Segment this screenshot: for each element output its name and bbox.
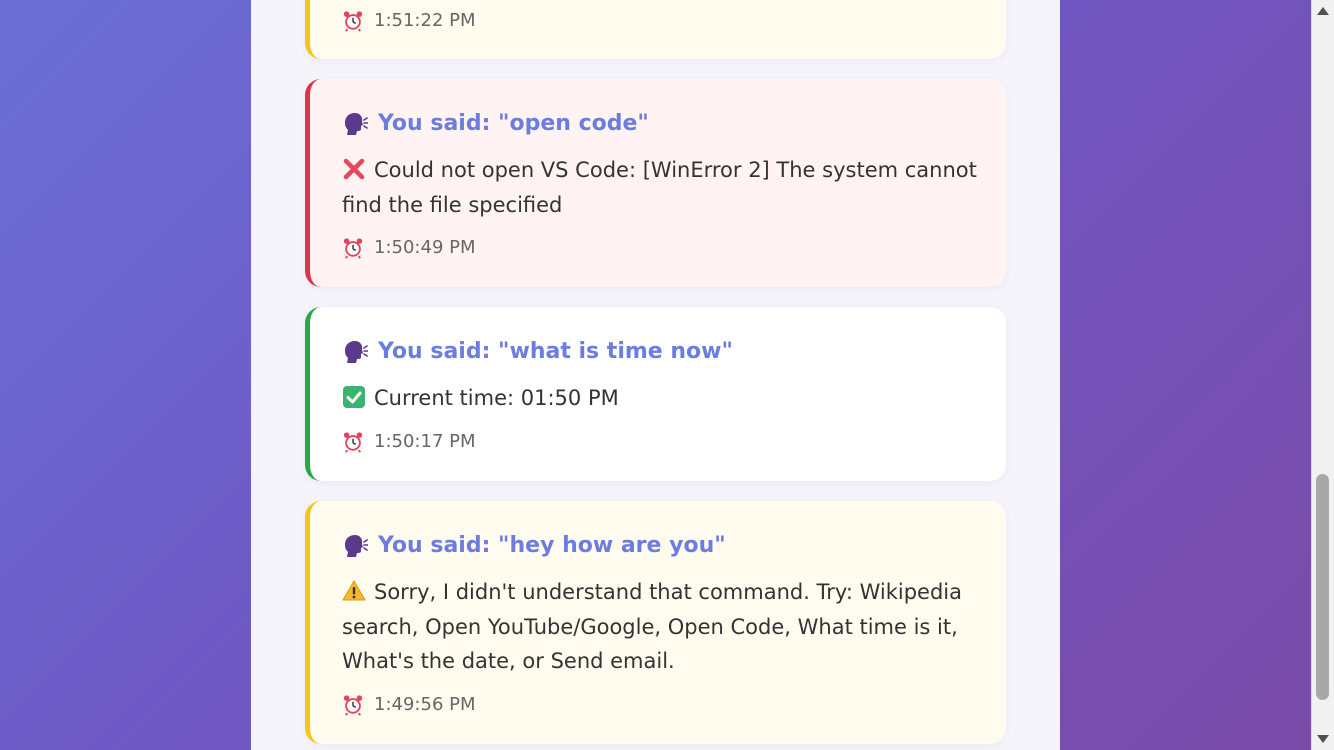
card-time-text: 1:49:56 PM	[374, 694, 476, 715]
check-mark-icon	[343, 386, 365, 408]
card-heading: You said: "open code"	[342, 110, 649, 138]
vertical-scrollbar[interactable]	[1311, 0, 1334, 750]
history-card-warning: You said: "hey how are you" Sorry, I did…	[305, 501, 1006, 744]
history-card-success: You said: "what is time now" Current tim…	[305, 307, 1006, 481]
card-time-text: 1:50:49 PM	[374, 237, 476, 258]
card-heading-text: You said: "open code"	[378, 111, 649, 136]
scrollbar-thumb[interactable]	[1316, 474, 1329, 700]
card-message-text: Current time: 01:50 PM	[374, 386, 619, 410]
scroll-down-arrow-icon[interactable]	[1317, 735, 1329, 743]
cross-mark-icon	[343, 158, 365, 180]
card-time-text: 1:50:17 PM	[374, 431, 476, 452]
command-history-panel: 1:51:22 PM You said: "open code" Could n…	[251, 0, 1060, 750]
card-message: Could not open VS Code: [WinError 2] The…	[342, 153, 987, 222]
card-heading-text: You said: "hey how are you"	[378, 533, 726, 558]
card-heading-text: You said: "what is time now"	[378, 339, 733, 364]
alarm-clock-icon	[343, 695, 363, 716]
alarm-clock-icon	[343, 432, 363, 453]
card-time-text: 1:51:22 PM	[374, 10, 476, 31]
card-message: Sorry, I didn't understand that command.…	[342, 575, 987, 679]
card-timestamp: 1:50:49 PM	[342, 236, 476, 260]
alarm-clock-icon	[343, 238, 363, 259]
card-timestamp: 1:51:22 PM	[342, 9, 476, 33]
warning-icon	[342, 580, 366, 601]
scroll-up-arrow-icon[interactable]	[1317, 7, 1329, 15]
history-card-warning: 1:51:22 PM	[305, 0, 1006, 59]
card-message-text: Could not open VS Code: [WinError 2] The…	[342, 158, 977, 217]
card-message-text: Sorry, I didn't understand that command.…	[342, 580, 962, 673]
speaking-head-icon	[345, 341, 368, 363]
history-card-error: You said: "open code" Could not open VS …	[305, 79, 1006, 287]
alarm-clock-icon	[343, 11, 363, 32]
speaking-head-icon	[345, 535, 368, 557]
card-timestamp: 1:49:56 PM	[342, 693, 476, 717]
card-message: Current time: 01:50 PM	[342, 381, 987, 416]
card-heading: You said: "what is time now"	[342, 338, 733, 366]
card-timestamp: 1:50:17 PM	[342, 430, 476, 454]
card-heading: You said: "hey how are you"	[342, 532, 726, 560]
speaking-head-icon	[345, 113, 368, 135]
